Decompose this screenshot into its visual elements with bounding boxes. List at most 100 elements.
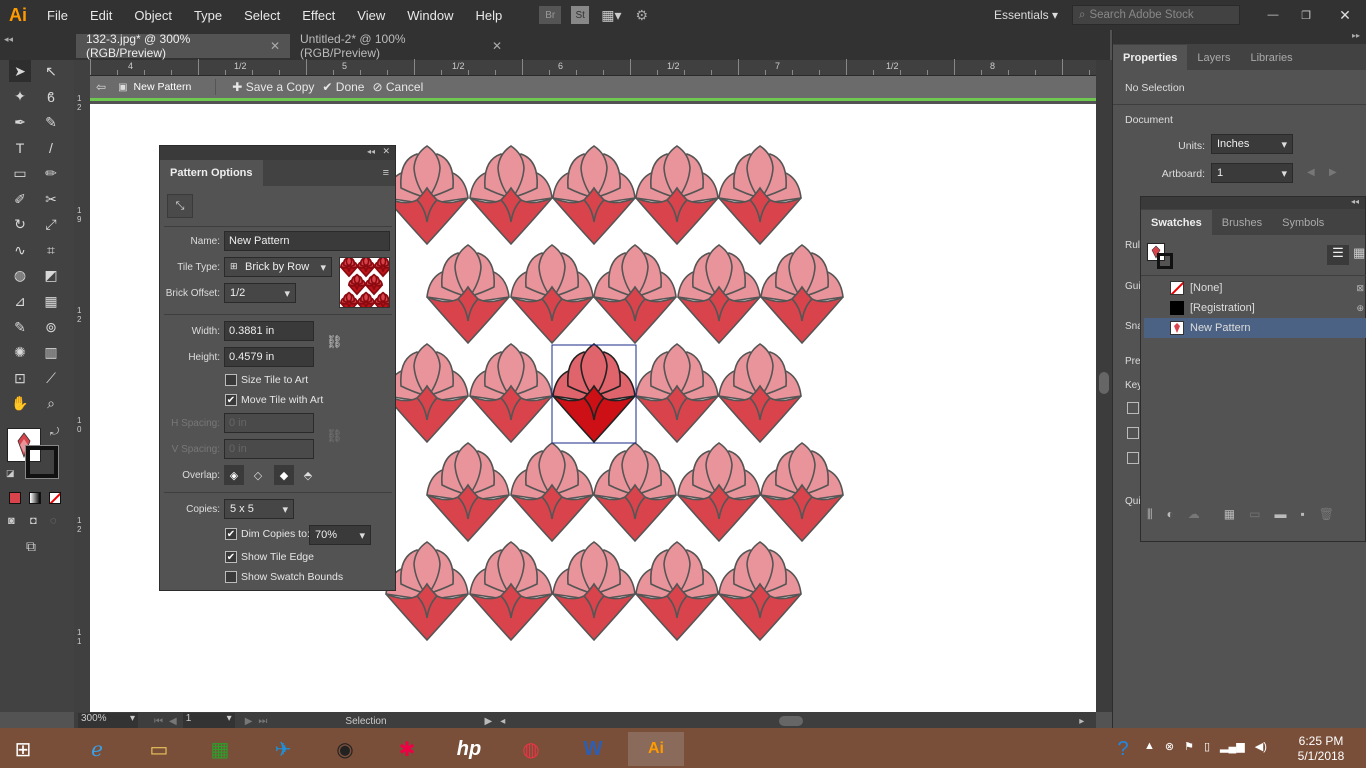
scale-tool[interactable]: ⤢ [40, 214, 62, 236]
network-status-icon[interactable]: ⊗ [1165, 740, 1174, 753]
show-tile-edge-checkbox[interactable]: ✔ [225, 551, 237, 563]
draw-normal-icon[interactable]: ◙ [8, 515, 15, 527]
workspace-switcher[interactable]: Essentials ▾ [994, 8, 1058, 22]
overlap-right-icon[interactable]: ◇ [248, 465, 268, 485]
gradient-tool[interactable]: ▦ [40, 290, 62, 312]
start-button[interactable]: ⊞ [2, 732, 44, 766]
screen-mode-icon[interactable]: ⧉ [26, 538, 36, 555]
horizontal-scrollbar[interactable] [509, 716, 1079, 726]
swatch-registration[interactable]: [Registration] ⊕ [1144, 298, 1366, 318]
cancel-button[interactable]: ⊘ Cancel [372, 80, 423, 94]
menu-view[interactable]: View [346, 8, 396, 23]
minimize-button[interactable]: — [1258, 9, 1288, 21]
artboard-tool[interactable]: ⊡ [9, 367, 31, 389]
pattern-options-tab[interactable]: Pattern Options [160, 160, 263, 186]
tab-132-3[interactable]: 132-3.jpg* @ 300% (RGB/Preview) ✕ [76, 32, 290, 60]
pattern-tile-tool-icon[interactable]: ⤡ [167, 194, 193, 218]
graph-tool[interactable]: ▥ [40, 342, 62, 364]
menu-window[interactable]: Window [396, 8, 464, 23]
restore-button[interactable]: ❐ [1288, 9, 1324, 22]
collapse-toolbar-icon[interactable]: ◂◂ [4, 34, 13, 45]
word-icon[interactable]: W [572, 732, 614, 766]
pen-tool[interactable]: ✒ [9, 111, 31, 133]
gradient-mode-icon[interactable] [29, 492, 41, 504]
type-tool[interactable]: T [9, 137, 31, 159]
link-proportions-icon[interactable]: ⛓ [326, 334, 343, 350]
menu-help[interactable]: Help [464, 8, 513, 23]
size-tile-checkbox[interactable] [225, 374, 237, 386]
store-icon[interactable]: ▦ [199, 732, 241, 766]
live-paint-tool[interactable]: ◩ [40, 265, 62, 287]
ruler-origin[interactable] [74, 60, 90, 76]
checkbox[interactable] [1127, 427, 1139, 439]
list-view-icon[interactable]: ☰ [1327, 245, 1349, 265]
paint-app-icon[interactable]: ✱ [386, 732, 428, 766]
dim-copies-checkbox[interactable]: ✔ [225, 528, 237, 540]
show-hidden-icon[interactable]: ▲ [1144, 740, 1155, 753]
flag-icon[interactable]: ⚑ [1184, 740, 1194, 753]
save-copy-button[interactable]: ✚ Save a Copy [232, 80, 314, 94]
prev-artboard-icon[interactable]: ◀ [1307, 167, 1315, 178]
clock[interactable]: 6:25 PM 5/1/2018 [1290, 734, 1352, 764]
shape-builder-tool[interactable]: ◍ [9, 265, 31, 287]
default-colors-icon[interactable]: ◪ [6, 468, 15, 479]
magic-wand-tool[interactable]: ✦ [9, 86, 31, 108]
new-group-icon[interactable]: ▬ [1274, 507, 1286, 522]
first-artboard-icon[interactable]: ⏮ [154, 716, 163, 727]
rectangle-tool[interactable]: ▭ [9, 162, 31, 184]
chrome-icon[interactable]: ◍ [510, 732, 552, 766]
signal-icon[interactable]: ▂▄▆ [1220, 740, 1245, 753]
free-transform-tool[interactable]: ⌗ [40, 239, 62, 261]
tile-type-select[interactable]: ⊞ Brick by Row [224, 257, 332, 277]
draw-behind-icon[interactable]: ◘ [30, 515, 37, 527]
done-button[interactable]: ✔ Done [322, 80, 364, 94]
tab-layers[interactable]: Layers [1187, 45, 1240, 70]
last-artboard-icon[interactable]: ⏭ [258, 716, 267, 727]
close-icon[interactable]: ✕ [492, 39, 502, 53]
panel-menu-icon[interactable]: ≡ [383, 167, 389, 179]
hp-icon[interactable]: hp [448, 732, 490, 766]
overlap-left-icon[interactable]: ◈ [224, 465, 244, 485]
zoom-select[interactable]: 300% ▾ [78, 713, 138, 729]
swatch-options-icon[interactable]: ▦ [1224, 507, 1235, 522]
swap-colors-icon[interactable]: ⤾ [50, 426, 59, 439]
prev-artboard-icon[interactable]: ◀ [169, 716, 177, 727]
swatch-libraries-icon[interactable]: ⫼ [1147, 507, 1153, 522]
collapse-panel-icon[interactable]: ◂◂ [1351, 197, 1359, 206]
menu-object[interactable]: Object [123, 8, 183, 23]
vspacing-field[interactable]: 0 in [224, 439, 314, 459]
eyedropper-tool[interactable]: ✎ [9, 316, 31, 338]
webcam-icon[interactable]: ◉ [324, 732, 366, 766]
paintbrush-tool[interactable]: ✏ [40, 162, 62, 184]
overlap-bottom-icon[interactable]: ⬘ [298, 465, 318, 485]
tab-untitled-2[interactable]: Untitled-2* @ 100% (RGB/Preview) ✕ [290, 32, 512, 60]
dim-value-field[interactable]: 70% [309, 525, 371, 545]
next-artboard-icon[interactable]: ▶ [1329, 167, 1337, 178]
show-kinds-icon[interactable]: ◐ [1167, 507, 1174, 522]
close-window-button[interactable]: ✕ [1324, 7, 1366, 24]
bridge-button[interactable]: Br [539, 6, 562, 24]
file-explorer-icon[interactable]: ▭ [138, 732, 180, 766]
help-icon[interactable]: ? [1108, 732, 1138, 766]
internet-explorer-icon[interactable]: ℯ [76, 732, 118, 766]
menu-select[interactable]: Select [233, 8, 291, 23]
draw-inside-icon[interactable]: ◌ [50, 515, 57, 527]
checkbox[interactable] [1127, 452, 1139, 464]
perspective-grid-tool[interactable]: ⊿ [9, 290, 31, 312]
shaper-tool[interactable]: ✐ [9, 188, 31, 210]
height-field[interactable]: 0.4579 in [224, 347, 314, 367]
tab-swatches[interactable]: Swatches [1141, 210, 1212, 235]
slice-tool[interactable]: ⟋ [40, 367, 62, 389]
hscroll-left-icon[interactable]: ◂ [500, 716, 505, 727]
stroke-swatch[interactable] [1157, 253, 1173, 269]
swatch-none[interactable]: [None] ⊠ [1144, 278, 1366, 298]
collapse-panel-icon[interactable]: ◂◂ [367, 147, 375, 156]
tab-properties[interactable]: Properties [1113, 45, 1188, 70]
next-artboard-icon[interactable]: ▶ [245, 716, 253, 727]
curvature-tool[interactable]: ✎ [40, 111, 62, 133]
scroll-thumb[interactable] [779, 716, 804, 726]
arrange-documents-icon[interactable]: ▦▾ [601, 7, 621, 24]
scroll-thumb[interactable] [1099, 372, 1109, 394]
delete-swatch-icon[interactable]: 🗑 [1319, 507, 1334, 522]
hspacing-field[interactable]: 0 in [224, 413, 314, 433]
